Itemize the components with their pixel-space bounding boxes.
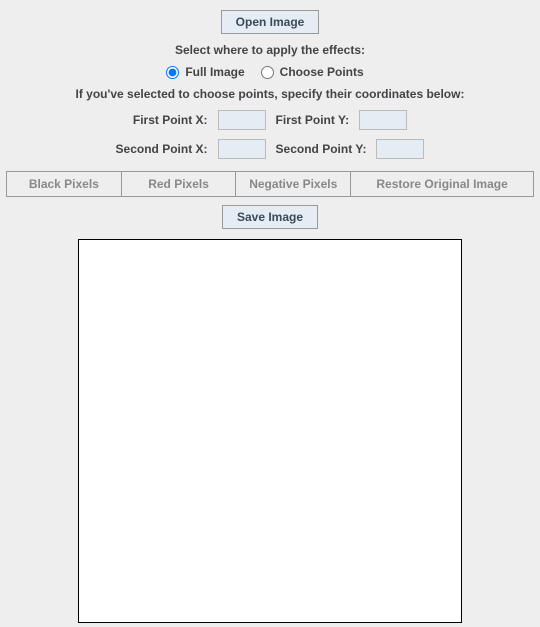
negative-pixels-button[interactable]: Negative Pixels xyxy=(235,171,350,197)
save-row: Save Image xyxy=(222,205,318,229)
full-image-radio[interactable] xyxy=(166,66,179,79)
second-point-y-input[interactable] xyxy=(376,139,424,159)
second-point-row: Second Point X: Second Point Y: xyxy=(116,139,425,159)
first-point-y-label: First Point Y: xyxy=(276,113,350,127)
restore-original-button[interactable]: Restore Original Image xyxy=(350,171,534,197)
effects-toolbar: Black Pixels Red Pixels Negative Pixels … xyxy=(6,171,534,197)
second-point-x-label: Second Point X: xyxy=(116,142,208,156)
canvas-wrap xyxy=(78,239,462,623)
black-pixels-button[interactable]: Black Pixels xyxy=(6,171,121,197)
first-point-x-input[interactable] xyxy=(218,110,266,130)
second-point-y-label: Second Point Y: xyxy=(276,142,367,156)
choose-points-radio-label: Choose Points xyxy=(280,65,364,79)
apply-where-label: Select where to apply the effects: xyxy=(175,43,365,57)
second-point-x-input[interactable] xyxy=(218,139,266,159)
full-image-radio-label: Full Image xyxy=(185,65,244,79)
scope-radio-group: Full Image Choose Points xyxy=(166,65,373,79)
save-image-button[interactable]: Save Image xyxy=(222,205,318,229)
first-point-row: First Point X: First Point Y: xyxy=(133,110,407,130)
first-point-y-input[interactable] xyxy=(359,110,407,130)
red-pixels-button[interactable]: Red Pixels xyxy=(121,171,236,197)
choose-points-radio[interactable] xyxy=(261,66,274,79)
main-panel: Open Image Select where to apply the eff… xyxy=(0,0,540,623)
image-canvas[interactable] xyxy=(78,239,462,623)
first-point-x-label: First Point X: xyxy=(133,113,208,127)
specify-coords-label: If you've selected to choose points, spe… xyxy=(76,87,465,101)
open-image-button[interactable]: Open Image xyxy=(221,10,320,34)
